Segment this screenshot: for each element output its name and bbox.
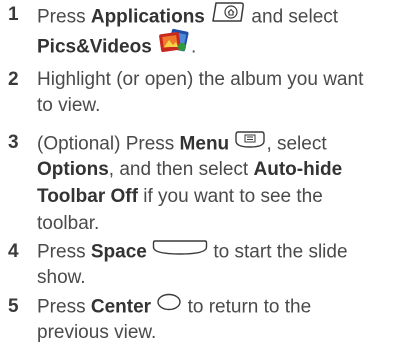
step-text: Press — [37, 241, 91, 263]
step-text: previous view. — [37, 322, 157, 343]
space-key-icon — [152, 237, 208, 264]
step-number: 1 — [8, 4, 19, 25]
step-text: toolbar. — [37, 213, 100, 234]
step-text: if you want to see the — [137, 186, 323, 207]
step-text: . — [191, 36, 197, 58]
key-name: Space — [90, 241, 147, 263]
step-number: 2 — [8, 69, 19, 90]
step-text-line: Pics&Videos . — [37, 27, 197, 65]
step-text-line: (Optional) Press Menu , select — [37, 130, 327, 159]
step-text: Press — [37, 6, 91, 28]
step-text-line: toolbar. — [37, 211, 99, 236]
key-name: Menu — [179, 133, 230, 155]
pics-and-videos-app-icon — [157, 27, 191, 62]
applications-key-icon — [210, 0, 246, 31]
option-name: Auto-hide — [253, 159, 343, 180]
step-text: Highlight (or open) the album you want — [37, 69, 364, 90]
key-name: Center — [90, 296, 152, 318]
step-text: and select — [246, 6, 339, 28]
app-name: Pics&Videos — [37, 36, 152, 58]
step-text: to view. — [37, 95, 101, 116]
menu-key-icon — [234, 128, 266, 157]
option-name: Options — [37, 159, 109, 180]
step-text-line: Press Center to return to the — [37, 292, 312, 321]
step-text-line: show. — [37, 265, 86, 290]
step-text: show. — [37, 267, 86, 288]
step-text-line: Options, and then select Auto-hide — [37, 157, 342, 182]
step-text-line: Highlight (or open) the album you want — [37, 67, 363, 92]
step-text-line: Press Space to start the slide — [37, 239, 348, 266]
step-text: (Optional) Press — [37, 133, 180, 155]
step-text: to return to the — [182, 296, 312, 318]
step-number: 4 — [8, 241, 19, 262]
key-name: Applications — [90, 6, 205, 28]
step-text-line: previous view. — [37, 320, 156, 345]
step-text: , and then select — [108, 159, 254, 180]
center-key-icon — [156, 292, 182, 319]
option-name: Toolbar Off — [37, 186, 138, 207]
step-text: , select — [266, 133, 327, 155]
step-text-line: to view. — [37, 93, 100, 118]
step-text: Press — [37, 296, 91, 318]
step-number: 3 — [8, 132, 19, 153]
step-text: to start the slide — [208, 241, 348, 263]
step-text-line: Toolbar Off if you want to see the — [37, 184, 323, 209]
step-number: 5 — [8, 296, 19, 317]
